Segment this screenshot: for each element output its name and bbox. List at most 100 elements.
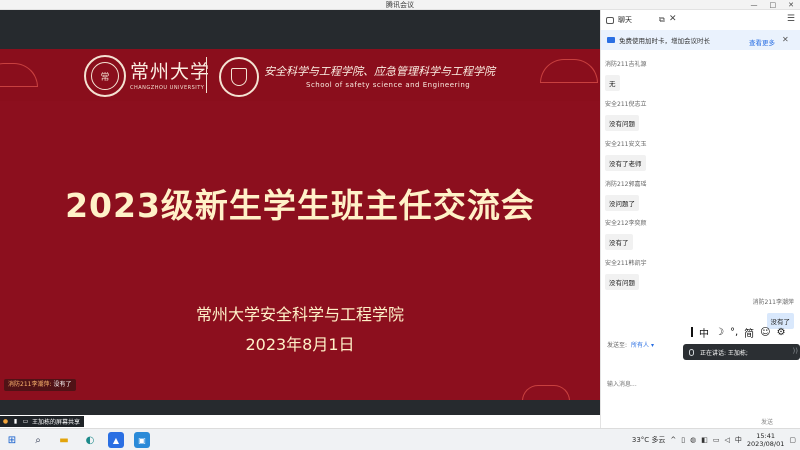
taskbar-apps: ⊞ ⌕ ▬ ◐ ▲ ▣ <box>4 432 150 448</box>
window-controls: — □ ✕ <box>751 0 795 10</box>
promo-notice-text: 免费使用加时卡，增加会议时长 <box>619 37 710 45</box>
send-button[interactable]: 发送 <box>761 417 773 426</box>
close-button[interactable]: ✕ <box>788 0 794 10</box>
chat-message: 消防211吉礼源 无 <box>605 59 646 91</box>
school-name: 安全科学与工程学院、应急管理科学与工程学院 <box>264 65 495 78</box>
cloud-ornament-bottom <box>522 385 570 400</box>
screen-share-bar[interactable]: ● ▮ ▭ 王加栋的屏幕共享 <box>0 416 84 427</box>
speaking-tag: 消防211李潮萍: 没有了 <box>4 379 76 391</box>
settings-icon[interactable]: ⚙ <box>777 327 786 338</box>
ime-language-indicator[interactable]: 中 <box>735 435 742 445</box>
tray-caret-icon[interactable]: ^ <box>670 436 676 444</box>
battery-icon[interactable]: ▭ <box>713 436 720 444</box>
university-name-en: CHANGZHOU UNIVERSITY <box>130 85 205 91</box>
search-icon[interactable]: ⌕ <box>30 432 46 448</box>
clock-date: 2023/08/01 <box>746 440 785 448</box>
meeting-tray-icon[interactable]: ◧ <box>701 436 708 444</box>
mic-icon <box>689 348 694 356</box>
cloud-ornament-right <box>540 59 598 83</box>
ime-toolbar: 中 ☽ °, 简 ☺ ⚙ <box>691 325 800 340</box>
message-sender: 安全211韩凯宇 <box>605 260 647 267</box>
weather-widget[interactable]: 33°C 多云 <box>632 435 666 445</box>
message-bubble: 无 <box>605 75 620 91</box>
edge-icon[interactable]: ◐ <box>82 432 98 448</box>
message-sender: 消防211吉礼源 <box>605 61 647 68</box>
system-tray: 33°C 多云 ^ ▯ ◍ ◧ ▭ ◁ 中 15:41 2023/08/01 ▢ <box>632 431 796 449</box>
emoji-icon[interactable]: ☺ <box>760 327 770 338</box>
menu-icon[interactable]: ☰ <box>787 14 795 24</box>
speaking-indicator-glyph: )) <box>792 347 798 355</box>
chat-message: 安全212李奕颜 没有了 <box>605 218 646 250</box>
moon-icon[interactable]: ☽ <box>715 327 724 338</box>
header-divider <box>206 57 207 93</box>
card-icon <box>607 37 615 43</box>
screen-icon: ▭ <box>22 418 29 425</box>
cloud-ornament-left <box>0 63 38 87</box>
speaking-now-text: 正在讲话: 王加栋; <box>700 349 748 357</box>
notification-icon[interactable]: ▢ <box>789 436 796 444</box>
user-icon: ● <box>2 418 9 425</box>
school-logo <box>219 57 259 97</box>
message-sender: 消防212郭嘉瑶 <box>605 181 647 188</box>
message-bubble: 没有了 <box>605 234 633 250</box>
speaking-now-indicator: 正在讲话: 王加栋; )) <box>683 344 800 360</box>
promo-notice: 免费使用加时卡，增加会议时长 查看更多 ✕ <box>601 30 800 50</box>
message-sender: 安全211安文玉 <box>605 141 647 148</box>
clock[interactable]: 15:41 2023/08/01 <box>747 432 784 448</box>
slide-date: 2023年8月1日 <box>245 335 355 354</box>
chat-icon <box>606 16 614 24</box>
send-to-select[interactable]: 所有人 ▾ <box>631 342 654 349</box>
chat-message: 消防212郭嘉瑶 没问题了 <box>605 179 646 211</box>
minimize-button[interactable]: — <box>751 0 758 10</box>
message-bubble: 没有问题 <box>605 115 639 131</box>
ime-drag-handle[interactable] <box>691 327 693 337</box>
close-chat-icon[interactable]: ✕ <box>669 14 677 24</box>
send-to-label: 发送至: <box>607 342 628 349</box>
network-icon[interactable]: ▯ <box>681 436 685 444</box>
university-logo: 常 <box>84 55 126 97</box>
chat-message: 安全211安文玉 没有了老师 <box>605 139 646 171</box>
message-sender: 消防211李潮萍 <box>752 299 794 306</box>
popout-icon[interactable]: ⧉ <box>659 15 665 25</box>
ime-mode-toggle[interactable]: 中 <box>699 325 709 340</box>
message-bubble: 没有问题 <box>605 274 639 290</box>
message-bubble: 没有了老师 <box>605 155 646 171</box>
send-to: 发送至: 所有人 ▾ <box>607 340 654 349</box>
file-explorer-icon[interactable]: ▬ <box>56 432 72 448</box>
tencent-meeting-icon[interactable]: ▲ <box>108 432 124 448</box>
school-name-en: School of safety science and Engineering <box>306 81 471 89</box>
chat-panel: 聊天 ⧉ ✕ ☰ 免费使用加时卡，增加会议时长 查看更多 ✕ 消防211吉礼源 … <box>600 10 800 428</box>
taskbar: ⊞ ⌕ ▬ ◐ ▲ ▣ 33°C 多云 ^ ▯ ◍ ◧ ▭ ◁ 中 15:41 … <box>0 428 800 450</box>
clock-time: 15:41 <box>756 432 775 440</box>
slide-header: 常 常州大学 CHANGZHOU UNIVERSITY 安全科学与工程学院、应急… <box>0 49 600 101</box>
wechat-icon[interactable]: ◍ <box>690 436 696 444</box>
app-icon[interactable]: ▣ <box>134 432 150 448</box>
window-title: 腾讯会议 <box>386 1 414 9</box>
simplified-toggle[interactable]: 简 <box>744 325 754 340</box>
volume-icon[interactable]: ◁ <box>725 436 730 444</box>
message-sender: 安全212李奕颜 <box>605 220 647 227</box>
shared-screen-stage: 常 常州大学 CHANGZHOU UNIVERSITY 安全科学与工程学院、应急… <box>0 10 600 415</box>
chat-message: 安全211韩凯宇 没有问题 <box>605 258 646 290</box>
message-sender: 安全211倪志立 <box>605 101 647 108</box>
title-bar: 腾讯会议 — □ ✕ <box>0 0 800 10</box>
chat-header: 聊天 ⧉ ✕ ☰ <box>601 10 800 30</box>
app-window: 腾讯会议 — □ ✕ 常 常州大学 CHANGZHOU UNIVERSITY 安… <box>0 0 800 450</box>
punctuation-toggle[interactable]: °, <box>730 327 738 338</box>
speaking-tag-name: 消防211李潮萍: <box>8 381 52 388</box>
chat-message: 安全211倪志立 没有问题 <box>605 99 646 131</box>
slide-subtitle: 常州大学安全科学与工程学院 <box>195 305 404 324</box>
mic-icon[interactable]: ▮ <box>12 418 19 425</box>
speaking-tag-text: 没有了 <box>53 381 72 388</box>
maximize-button[interactable]: □ <box>770 0 777 10</box>
close-notice-icon[interactable]: ✕ <box>782 35 789 44</box>
message-bubble: 没问题了 <box>605 195 639 211</box>
promo-more-link[interactable]: 查看更多 <box>749 37 775 47</box>
screen-share-label: 王加栋的屏幕共享 <box>32 419 81 426</box>
chat-title: 聊天 <box>618 16 632 24</box>
university-name: 常州大学 <box>130 61 211 83</box>
windows-start-icon[interactable]: ⊞ <box>4 432 20 448</box>
slide-title: 2023级新生学生班主任交流会 <box>65 186 535 225</box>
presentation-slide: 常 常州大学 CHANGZHOU UNIVERSITY 安全科学与工程学院、应急… <box>0 49 600 400</box>
chat-input[interactable] <box>607 354 795 414</box>
